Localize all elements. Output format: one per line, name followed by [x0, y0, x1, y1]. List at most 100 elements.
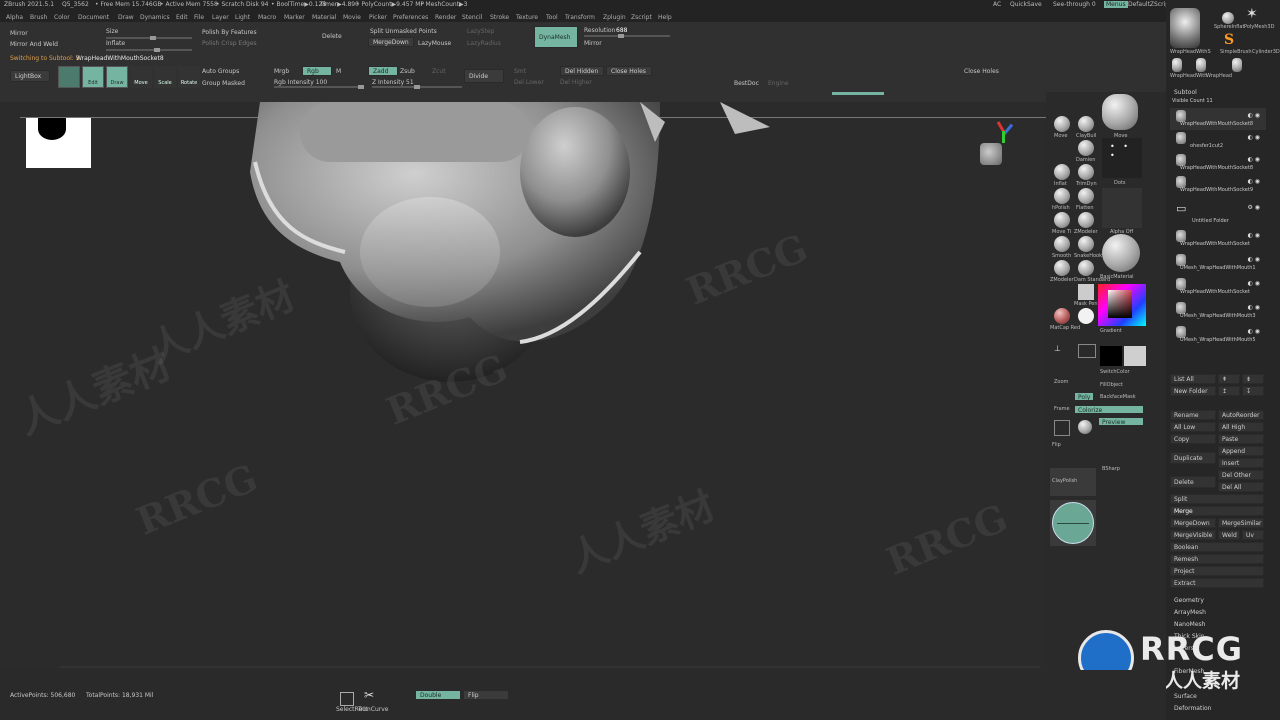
- menu-movie[interactable]: Movie: [343, 14, 361, 21]
- menu-document[interactable]: Document: [78, 14, 109, 21]
- polish-features-button[interactable]: Polish By Features: [202, 29, 257, 36]
- geometry-section[interactable]: Geometry: [1174, 597, 1204, 604]
- append-button[interactable]: Append: [1218, 446, 1264, 456]
- surface-section[interactable]: Surface: [1174, 693, 1197, 700]
- white-color-icon[interactable]: [1078, 308, 1094, 324]
- resolution-slider[interactable]: [584, 34, 670, 38]
- subtool-item[interactable]: WrapHeadWithMouthSocket8 ◐ ◉: [1170, 152, 1266, 174]
- double-button[interactable]: Double: [415, 690, 461, 700]
- z-intensity-track[interactable]: [372, 85, 462, 89]
- boolean-section[interactable]: Boolean: [1170, 542, 1264, 552]
- zsub-button[interactable]: Zsub: [400, 68, 415, 75]
- grid-icon[interactable]: [1078, 344, 1096, 358]
- tool-sphereinflat-icon[interactable]: [1222, 12, 1234, 24]
- merge-visible-button[interactable]: MergeVisible: [1170, 530, 1216, 540]
- remesh-section[interactable]: Remesh: [1170, 554, 1264, 564]
- secondary-color-swatch[interactable]: [1100, 346, 1122, 366]
- stroke-dots-icon[interactable]: • • •: [1102, 138, 1142, 178]
- zoom-label[interactable]: Zoom: [1054, 379, 1068, 385]
- zadd-button[interactable]: Zadd: [368, 66, 398, 76]
- select-rect-icon[interactable]: [340, 692, 354, 706]
- menu-preferences[interactable]: Preferences: [393, 14, 428, 21]
- canvas-viewport[interactable]: 人人素材 RRCG RRCG 人人素材 RRCG RRCG 人人素材: [0, 102, 1046, 670]
- z-intensity-slider[interactable]: Z Intensity 51: [372, 79, 414, 86]
- colorize-button[interactable]: Colorize: [1074, 405, 1144, 414]
- frame-label[interactable]: Frame: [1054, 406, 1070, 412]
- lightbox-button[interactable]: LightBox: [10, 70, 50, 82]
- lazy-radius-slider[interactable]: LazyRadius: [467, 40, 501, 47]
- brush-zmodeler-icon[interactable]: [1078, 212, 1094, 228]
- weld-button[interactable]: Weld: [1218, 530, 1240, 540]
- list-all-button[interactable]: List All: [1170, 374, 1216, 384]
- brush-claybuild-icon[interactable]: [1078, 116, 1094, 132]
- subtool-item[interactable]: WrapHeadWithMouthSocket ◐ ◉: [1170, 276, 1266, 298]
- bestdoc-button[interactable]: BestDoc: [734, 80, 759, 87]
- menu-alpha[interactable]: Alpha: [6, 14, 23, 21]
- brush-maskpen-icon[interactable]: [1078, 284, 1094, 300]
- subtool-item[interactable]: WrapHeadWithMouthSocket ◐ ◉: [1170, 228, 1266, 250]
- subtool-item[interactable]: UMesh_WrapHeadWithMouth1 ◐ ◉: [1170, 252, 1266, 274]
- dynamesh-button[interactable]: DynaMesh: [534, 26, 578, 48]
- all-high-button[interactable]: All High: [1218, 422, 1264, 432]
- project-section[interactable]: Project: [1170, 566, 1264, 576]
- all-low-button[interactable]: All Low: [1170, 422, 1216, 432]
- menu-macro[interactable]: Macro: [258, 14, 276, 21]
- rgb-button[interactable]: Rgb: [302, 66, 332, 76]
- merge-similar-button[interactable]: MergeSimilar: [1218, 518, 1264, 528]
- merge-down-subtool-button[interactable]: MergeDown: [1170, 518, 1216, 528]
- resolution-value[interactable]: 688: [616, 27, 627, 34]
- subtool-item[interactable]: UMesh_WrapHeadWithMouth5 ◐ ◉: [1170, 324, 1266, 346]
- delete-subtool-button[interactable]: Delete: [1170, 476, 1216, 488]
- sculpt-mode-icon[interactable]: [58, 66, 80, 88]
- uv-button[interactable]: Uv: [1242, 530, 1264, 540]
- mirror-button[interactable]: Mirror: [10, 30, 28, 37]
- m-button[interactable]: M: [336, 68, 341, 75]
- move-bottom-arrow-icon[interactable]: ↧: [1242, 386, 1264, 396]
- tool-thumb-b-icon[interactable]: [1196, 58, 1206, 72]
- menu-zplugin[interactable]: Zplugin: [603, 14, 626, 21]
- color-picker[interactable]: [1098, 284, 1146, 326]
- brush-snakehook-icon[interactable]: [1078, 236, 1094, 252]
- paste-button[interactable]: Paste: [1218, 434, 1264, 444]
- menu-light[interactable]: Light: [235, 14, 250, 21]
- mirror-weld-button[interactable]: Mirror And Weld: [10, 41, 58, 48]
- auto-groups-button[interactable]: Auto Groups: [202, 68, 239, 75]
- menu-help[interactable]: Help: [658, 14, 672, 21]
- rotate-mode-button[interactable]: Rotate: [178, 66, 200, 88]
- default-zscript[interactable]: DefaultZScript: [1128, 1, 1171, 8]
- split-unmasked-button[interactable]: Split Unmasked Points: [370, 28, 437, 35]
- trim-curve-icon[interactable]: ✂: [364, 688, 374, 702]
- group-masked-button[interactable]: Group Masked: [202, 80, 245, 87]
- frame-icon[interactable]: [1054, 420, 1070, 436]
- material-sphere-icon[interactable]: [1102, 234, 1140, 272]
- menu-tool[interactable]: Tool: [546, 14, 558, 21]
- tool-polymesh-star-icon[interactable]: ✶: [1246, 6, 1258, 22]
- lazy-mouse-button[interactable]: LazyMouse: [418, 40, 451, 47]
- current-tool-thumbnail[interactable]: [1170, 8, 1200, 48]
- brush-damien-icon[interactable]: [1078, 140, 1094, 156]
- close-holes-right-button[interactable]: Close Holes: [964, 68, 999, 75]
- inflate-slider[interactable]: [106, 48, 192, 52]
- brush-damstandard-icon[interactable]: [1078, 260, 1094, 276]
- lsym-icon[interactable]: [1078, 420, 1092, 434]
- claypolish-panel[interactable]: ClayPolish: [1050, 468, 1096, 496]
- preview-button[interactable]: Preview: [1098, 417, 1144, 426]
- del-hidden-button[interactable]: Del Hidden: [560, 66, 604, 76]
- tool-thumb-c-icon[interactable]: [1232, 58, 1242, 72]
- zcut-button[interactable]: Zcut: [432, 68, 446, 75]
- menu-file[interactable]: File: [194, 14, 204, 21]
- flip-button[interactable]: Flip: [463, 690, 509, 700]
- quicksave-button[interactable]: QuickSave: [1010, 1, 1042, 8]
- menu-transform[interactable]: Transform: [565, 14, 595, 21]
- ac-label[interactable]: AC: [993, 1, 1001, 8]
- split-section[interactable]: Split: [1170, 494, 1264, 504]
- new-folder-button[interactable]: New Folder: [1170, 386, 1216, 396]
- menu-texture[interactable]: Texture: [516, 14, 538, 21]
- menu-dynamics[interactable]: Dynamics: [140, 14, 170, 21]
- mrgb-button[interactable]: Mrgb: [274, 68, 289, 75]
- subtool-visibility-icon[interactable]: ◐ ◉: [1248, 178, 1260, 185]
- menu-draw[interactable]: Draw: [118, 14, 134, 21]
- merge-section[interactable]: Merge: [1170, 506, 1264, 516]
- primary-color-swatch[interactable]: [1124, 346, 1146, 366]
- menu-brush[interactable]: Brush: [30, 14, 47, 21]
